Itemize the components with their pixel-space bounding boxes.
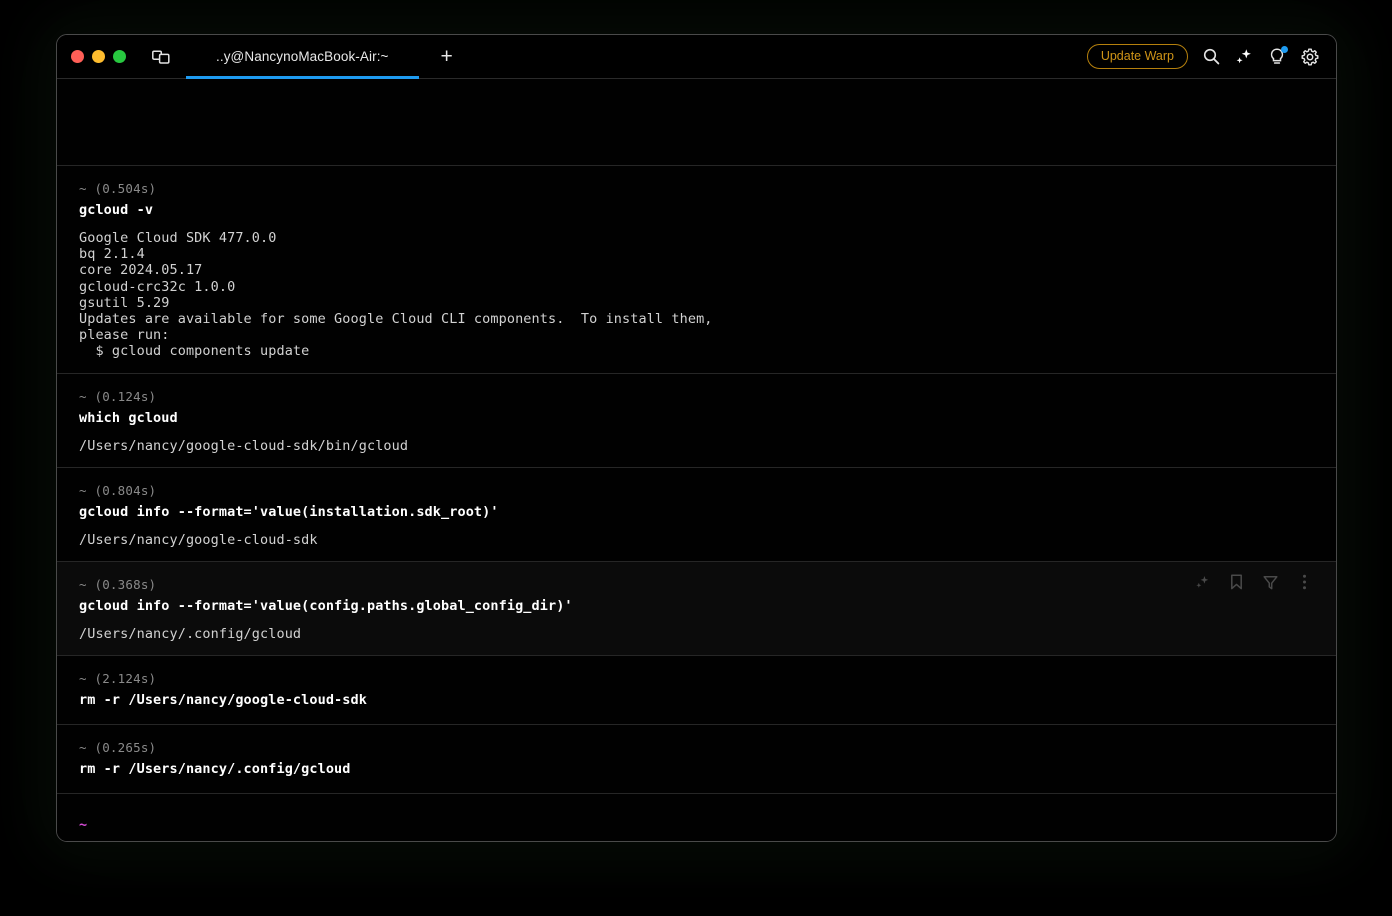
block-command: rm -r /Users/nancy/.config/gcloud xyxy=(79,761,351,778)
block-duration: (0.124s) xyxy=(94,388,157,404)
window-controls xyxy=(71,50,126,63)
command-input[interactable] xyxy=(79,834,1314,841)
block-meta: ~ (0.368s) xyxy=(79,575,1314,594)
block-meta: ~ (0.265s) xyxy=(79,738,1314,757)
block-prompt-path: ~ xyxy=(79,577,87,593)
block-prompt-path: ~ xyxy=(79,671,87,687)
warp-terminal-window: ..y@NancynoMacBook-Air:~ + Update Warp ~… xyxy=(56,34,1337,842)
bookmark-icon[interactable] xyxy=(1228,574,1244,590)
minimize-button[interactable] xyxy=(92,50,105,63)
split-panes-icon[interactable] xyxy=(150,46,172,68)
command-block[interactable]: ~ (0.265s) rm -r /Users/nancy/.config/gc… xyxy=(57,724,1336,793)
ai-sparkle-icon[interactable] xyxy=(1234,47,1254,67)
close-button[interactable] xyxy=(71,50,84,63)
update-warp-button[interactable]: Update Warp xyxy=(1086,44,1188,69)
command-block[interactable]: ~ (2.124s) rm -r /Users/nancy/google-clo… xyxy=(57,655,1336,724)
ai-sparkle-icon[interactable] xyxy=(1194,574,1210,590)
block-prompt-path: ~ xyxy=(79,181,87,196)
filter-icon[interactable] xyxy=(1262,574,1278,590)
block-command: gcloud info --format='value(config.paths… xyxy=(79,598,573,615)
prompt-symbol: ~ xyxy=(79,817,88,834)
new-tab-button[interactable]: + xyxy=(435,46,459,67)
active-prompt-block[interactable]: ~ xyxy=(57,793,1336,841)
command-block[interactable]: ~ (0.504s) gcloud -v Google Cloud SDK 47… xyxy=(57,165,1336,373)
lightbulb-icon[interactable] xyxy=(1267,45,1288,67)
block-command: gcloud info --format='value(installation… xyxy=(79,503,499,520)
block-duration: (0.265s) xyxy=(94,740,157,756)
zoom-button[interactable] xyxy=(113,50,126,63)
block-meta: ~ (0.804s) xyxy=(79,481,1314,500)
block-prompt-path: ~ xyxy=(79,388,87,404)
block-output: /Users/nancy/google-cloud-sdk/bin/gcloud xyxy=(79,437,409,454)
block-command: rm -r /Users/nancy/google-cloud-sdk xyxy=(79,692,367,709)
window-titlebar: ..y@NancynoMacBook-Air:~ + Update Warp xyxy=(57,35,1336,79)
tab-strip: ..y@NancynoMacBook-Air:~ + xyxy=(186,35,459,79)
block-duration: (2.124s) xyxy=(94,671,157,687)
block-meta: ~ (0.124s) xyxy=(79,387,1314,406)
block-action-bar xyxy=(1194,574,1312,590)
block-duration: (0.368s) xyxy=(94,577,157,593)
block-command: gcloud -v xyxy=(79,202,154,218)
search-icon[interactable] xyxy=(1201,47,1221,67)
more-options-icon[interactable] xyxy=(1296,574,1312,590)
titlebar-actions: Update Warp xyxy=(1086,44,1326,69)
block-output: /Users/nancy/google-cloud-sdk xyxy=(79,531,318,548)
command-block[interactable]: ~ (0.124s) which gcloud /Users/nancy/goo… xyxy=(57,372,1336,467)
gear-icon[interactable] xyxy=(1300,47,1320,67)
tab-title: ..y@NancynoMacBook-Air:~ xyxy=(216,49,389,64)
block-meta: ~ (0.504s) xyxy=(79,179,1314,198)
notification-badge xyxy=(1281,45,1288,53)
command-block[interactable]: ~ (0.368s) gcloud info --format='value(c… xyxy=(57,561,1336,656)
block-output: Google Cloud SDK 477.0.0 bq 2.1.4 core 2… xyxy=(79,230,713,360)
block-meta: ~ (2.124s) xyxy=(79,669,1314,688)
terminal-output-area[interactable]: ~ (0.504s) gcloud -v Google Cloud SDK 47… xyxy=(57,79,1336,841)
command-block[interactable]: ~ (0.804s) gcloud info --format='value(i… xyxy=(57,466,1336,561)
block-output: /Users/nancy/.config/gcloud xyxy=(79,626,302,643)
block-command: which gcloud xyxy=(79,409,178,426)
desktop-backdrop: ..y@NancynoMacBook-Air:~ + Update Warp ~… xyxy=(0,0,1392,916)
block-duration: (0.504s) xyxy=(94,181,157,196)
tab-session[interactable]: ..y@NancynoMacBook-Air:~ xyxy=(186,35,419,79)
block-duration: (0.804s) xyxy=(94,482,157,498)
block-prompt-path: ~ xyxy=(79,482,87,498)
scroll-filler xyxy=(57,79,1336,165)
block-prompt-path: ~ xyxy=(79,740,87,756)
